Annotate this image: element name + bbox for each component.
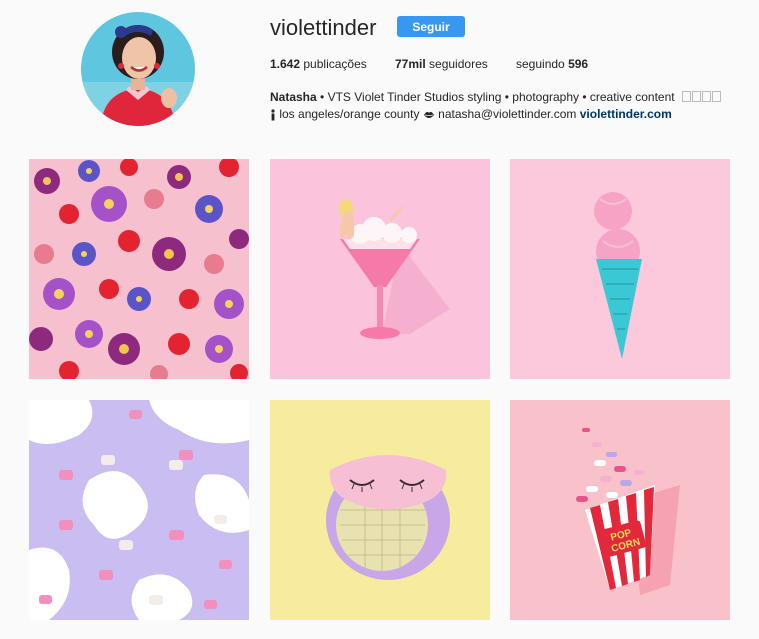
following-label: seguindo (516, 57, 565, 71)
posts-count: 1.642 (270, 57, 301, 71)
bio-separator: • (316, 90, 328, 104)
bio-description: VTS Violet Tinder Studios styling • phot… (327, 90, 675, 104)
profile-bio: Natasha • VTS Violet Tinder Studios styl… (270, 89, 721, 123)
post-thumbnail-disco-ball[interactable] (270, 400, 490, 620)
post-thumbnail-popcorn[interactable]: POP CORN (510, 400, 730, 620)
follow-button[interactable]: Seguir (397, 16, 465, 37)
animal-crackers-image (29, 400, 249, 620)
avatar[interactable] (81, 12, 195, 126)
followers-count: 77mil (395, 57, 426, 71)
profile-username: violettinder (270, 15, 377, 40)
posts-stat: 1.642 publicações (270, 57, 367, 71)
following-count: 596 (568, 57, 589, 71)
post-thumbnail-ice-cream[interactable] (510, 159, 730, 379)
avatar-image (81, 12, 195, 126)
post-thumbnail-cocktail[interactable] (270, 159, 490, 379)
profile-page: violettinder Seguir 1.642 publicações 77… (0, 0, 759, 639)
lips-icon (423, 111, 434, 118)
ice-cream-image (510, 159, 730, 379)
bio-name: Natasha (270, 90, 317, 104)
followers-stat[interactable]: 77mil seguidores (395, 57, 488, 71)
followers-label: seguidores (429, 57, 488, 71)
post-thumbnail-animal-crackers[interactable] (29, 400, 249, 620)
disco-ball-image (270, 400, 490, 620)
flowers-image (29, 159, 249, 379)
bio-email: natasha@violettinder.com (438, 107, 577, 121)
posts-label: publicações (303, 57, 367, 71)
popcorn-image: POP CORN (510, 400, 730, 620)
bio-website-link[interactable]: violettinder.com (580, 107, 672, 121)
emoji-placeholder-icon (681, 90, 721, 104)
bio-line-1: Natasha • VTS Violet Tinder Studios styl… (270, 89, 721, 106)
following-stat[interactable]: seguindo 596 (516, 57, 588, 71)
post-thumbnail-flowers[interactable] (29, 159, 249, 379)
cocktail-image (270, 159, 490, 379)
bio-location: los angeles/orange county (279, 107, 420, 121)
info-icon (271, 109, 275, 121)
bio-line-2: los angeles/orange county natasha@violet… (270, 106, 721, 123)
